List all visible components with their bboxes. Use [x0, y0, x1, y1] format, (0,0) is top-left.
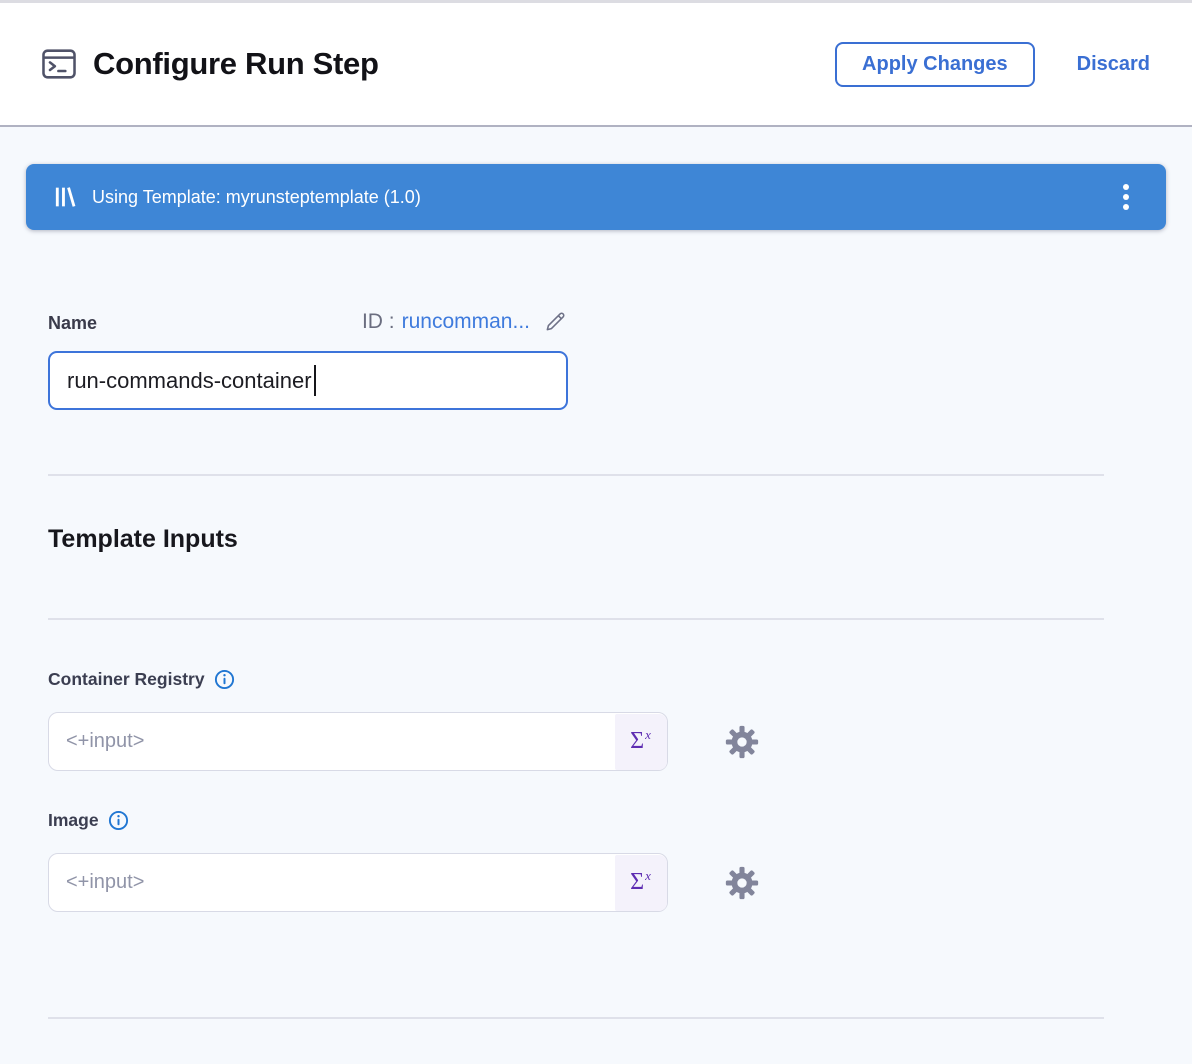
using-template-label: Using Template: myrunsteptemplate (1.0): [92, 187, 421, 208]
edit-pencil-icon[interactable]: [543, 309, 568, 334]
container-registry-input[interactable]: [48, 712, 668, 771]
field-input-row: Σx: [48, 853, 1192, 912]
expression-input-button[interactable]: Σx: [615, 714, 667, 770]
name-section: Name ID : runcomman... run-commands-cont…: [48, 309, 568, 410]
kebab-menu-icon[interactable]: [1112, 177, 1140, 217]
info-icon[interactable]: [108, 810, 129, 831]
field-label-row: Container Registry: [48, 669, 1192, 690]
sigma-symbol: Σ: [630, 728, 644, 755]
field-label-row: Image: [48, 810, 1192, 831]
step-id-group: ID : runcomman...: [362, 309, 568, 334]
section-divider: [48, 1017, 1104, 1019]
container-registry-input-wrap: Σx: [48, 712, 668, 771]
name-input-value: run-commands-container: [67, 368, 312, 394]
name-label-row: Name ID : runcomman...: [48, 309, 568, 334]
sigma-superscript: x: [645, 868, 651, 884]
configure-step-header: Configure Run Step Apply Changes Discard: [0, 0, 1192, 127]
image-input[interactable]: [48, 853, 668, 912]
template-inputs-heading: Template Inputs: [48, 525, 1192, 554]
page-title: Configure Run Step: [93, 46, 379, 82]
gear-icon[interactable]: [725, 725, 759, 759]
header-title-group: Configure Run Step: [40, 45, 379, 83]
terminal-icon: [40, 45, 78, 83]
field-input-row: Σx: [48, 712, 1192, 771]
id-prefix-label: ID :: [362, 310, 395, 334]
name-input[interactable]: run-commands-container: [48, 351, 568, 410]
step-id-link[interactable]: runcomman...: [402, 310, 530, 334]
section-divider: [48, 618, 1104, 620]
template-library-icon: [54, 186, 76, 208]
image-label: Image: [48, 810, 99, 831]
field-container-registry: Container Registry Σx: [48, 669, 1192, 771]
sigma-symbol: Σ: [630, 869, 644, 896]
gear-icon[interactable]: [725, 866, 759, 900]
section-divider: [48, 474, 1104, 476]
using-template-banner: Using Template: myrunsteptemplate (1.0): [26, 164, 1166, 230]
sigma-superscript: x: [645, 727, 651, 743]
field-image: Image Σx: [48, 810, 1192, 912]
container-registry-label: Container Registry: [48, 669, 205, 690]
apply-changes-button[interactable]: Apply Changes: [835, 42, 1035, 87]
header-actions: Apply Changes Discard: [835, 42, 1152, 87]
image-input-wrap: Σx: [48, 853, 668, 912]
text-caret: [314, 365, 316, 396]
info-icon[interactable]: [214, 669, 235, 690]
expression-input-button[interactable]: Σx: [615, 855, 667, 911]
discard-button[interactable]: Discard: [1077, 53, 1150, 76]
name-label: Name: [48, 313, 97, 334]
